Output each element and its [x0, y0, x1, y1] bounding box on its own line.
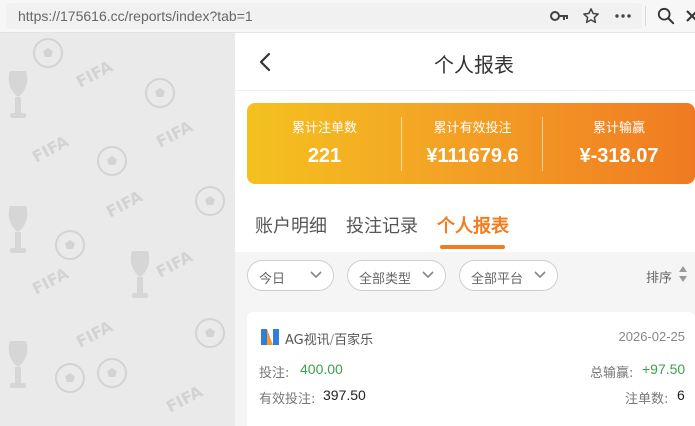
more-icon[interactable] [612, 5, 634, 27]
stat-label: 累计有效投注 [433, 121, 512, 136]
sort-icon[interactable] [678, 265, 688, 283]
chevron-down-icon [310, 271, 322, 279]
svg-text:FIFA: FIFA [73, 56, 116, 91]
valid-bet-value: 397.50 [323, 387, 366, 403]
stat-total-bets: 累计注单数 221 [247, 103, 402, 184]
game-title: AG视讯/百家乐 [285, 329, 373, 348]
type-filter[interactable]: 全部类型 [347, 260, 446, 291]
tab-account-details[interactable]: 账户明细 [255, 212, 327, 238]
address-bar[interactable]: https://175616.cc/reports/index?tab=1 [6, 3, 642, 29]
svg-text:FIFA: FIFA [103, 186, 146, 221]
page-header: 个人报表 [235, 33, 695, 91]
filter-label: 今日 [259, 272, 286, 287]
star-icon[interactable] [580, 5, 602, 27]
stat-value: ¥111679.6 [426, 145, 519, 167]
filter-label: 全部类型 [359, 272, 412, 287]
chevron-down-icon [422, 271, 434, 279]
tab-bar: 账户明细 投注记录 个人报表 [235, 198, 695, 250]
svg-text:FIFA: FIFA [73, 316, 116, 351]
stat-label: 累计输赢 [592, 121, 645, 136]
win-loss-label: 总输赢: [590, 366, 634, 381]
key-icon[interactable] [548, 5, 570, 27]
win-loss-value: +97.50 [642, 361, 686, 377]
record-list: AG视讯/百家乐 2026-02-25 投注: 400.00 总输赢: +97.… [235, 300, 695, 426]
stat-win-loss: 累计输赢 ¥-318.07 [543, 103, 695, 184]
stat-value: ¥-318.07 [579, 145, 659, 167]
active-tab-indicator [440, 245, 505, 249]
stat-valid-bets: 累计有效投注 ¥111679.6 [402, 103, 543, 184]
stat-value: 221 [307, 145, 342, 167]
game-name: 百家乐 [334, 333, 374, 348]
filter-label: 全部平台 [471, 272, 524, 287]
close-icon[interactable] [681, 5, 695, 27]
date-filter[interactable]: 今日 [247, 260, 334, 291]
football-pattern-image: FIFA FIFA FIFA FIFA FIFA FIFA FIFA FIFA [8, 38, 225, 417]
ag-logo-icon [261, 329, 279, 345]
stat-label: 累计注单数 [291, 121, 357, 136]
svg-text:FIFA: FIFA [29, 131, 72, 166]
tab-personal-report[interactable]: 个人报表 [437, 212, 509, 238]
toolbar-divider [645, 6, 646, 26]
filter-bar: 今日 全部类型 全部平台 排序 [235, 252, 695, 300]
background-pattern: FIFA FIFA FIFA FIFA FIFA FIFA FIFA FIFA [0, 33, 235, 426]
sort-button[interactable]: 排序 [646, 267, 672, 286]
url-text[interactable]: https://175616.cc/reports/index?tab=1 [18, 8, 253, 24]
bet-label: 投注: [259, 366, 290, 381]
bet-count-label: 注单数: [625, 392, 669, 407]
record-card[interactable]: AG视讯/百家乐 2026-02-25 投注: 400.00 总输赢: +97.… [247, 312, 695, 426]
tab-bet-records[interactable]: 投注记录 [346, 212, 418, 238]
page-title: 个人报表 [434, 55, 514, 77]
report-page: 个人报表 累计注单数 221 累计有效投注 ¥111679.6 累计输赢 ¥-3… [235, 33, 695, 426]
record-date: 2026-02-25 [618, 329, 686, 344]
svg-text:FIFA: FIFA [163, 381, 206, 416]
bet-count-value: 6 [677, 387, 685, 403]
svg-text:FIFA: FIFA [29, 263, 72, 298]
summary-card: 累计注单数 221 累计有效投注 ¥111679.6 累计输赢 ¥-318.07 [247, 103, 695, 184]
valid-bet-label: 有效投注: [259, 392, 316, 407]
svg-text:FIFA: FIFA [153, 116, 196, 151]
chevron-down-icon [534, 271, 546, 279]
search-icon[interactable] [655, 5, 677, 27]
browser-toolbar: https://175616.cc/reports/index?tab=1 [0, 0, 695, 33]
svg-text:FIFA: FIFA [153, 246, 196, 281]
platform-name: AG视讯 [285, 333, 330, 348]
bet-value: 400.00 [300, 361, 343, 377]
platform-filter[interactable]: 全部平台 [459, 260, 558, 291]
